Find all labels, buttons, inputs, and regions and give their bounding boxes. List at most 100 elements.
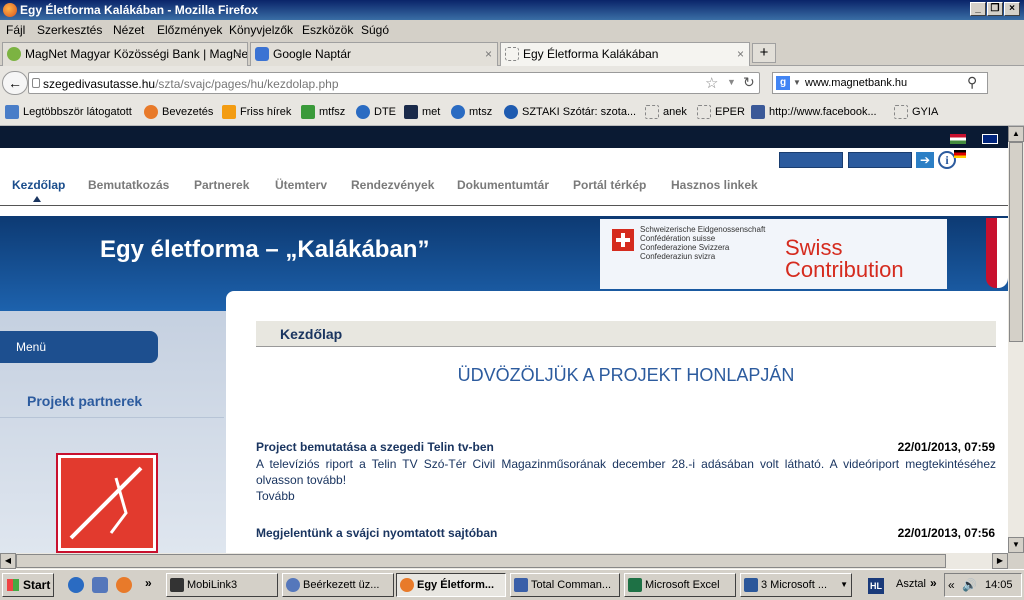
close-tab-icon[interactable]: × — [235, 43, 242, 65]
firefox-quicklaunch-icon[interactable] — [116, 577, 132, 593]
vertical-scrollbar[interactable]: ▲ ▼ — [1008, 126, 1024, 553]
language-indicator[interactable]: HL — [868, 578, 884, 594]
taskbar-excel[interactable]: Microsoft Excel — [624, 573, 736, 597]
bookmark-mtsz[interactable]: mtsz — [451, 105, 492, 119]
nav-kezdolap[interactable]: Kezdőlap — [12, 178, 65, 192]
firefox-icon — [144, 105, 158, 119]
bookmark-eper[interactable]: EPER — [697, 105, 745, 119]
menu-bookmarks[interactable]: Könyvjelzők — [229, 23, 293, 37]
tab-magnet[interactable]: MagNet Magyar Közösségi Bank | MagNe... … — [2, 42, 248, 66]
horizontal-scrollbar[interactable]: ◀ ▶ — [0, 553, 1008, 569]
group-dropdown-icon[interactable]: ▼ — [840, 574, 848, 596]
german-flag-icon[interactable] — [954, 150, 966, 158]
minimize-button[interactable]: _ — [970, 2, 986, 16]
login-arrow-icon[interactable]: ➔ — [916, 152, 934, 168]
bookmark-facebook[interactable]: http://www.facebook... — [751, 105, 877, 119]
bookmark-met[interactable]: met — [404, 105, 440, 119]
nav-portal-terkep[interactable]: Portál térkép — [573, 178, 646, 192]
page-icon — [697, 105, 711, 119]
taskbar-word[interactable]: 3 Microsoft ... ▼ — [740, 573, 852, 597]
close-tab-icon[interactable]: × — [485, 43, 492, 65]
menu-button[interactable]: Menü — [0, 331, 158, 363]
toolbar-chevron-icon[interactable]: » — [930, 576, 937, 590]
speaker-icon[interactable]: 🔊 — [962, 574, 977, 596]
password-field[interactable] — [848, 152, 912, 168]
tray-chevron-icon[interactable]: « — [948, 574, 955, 596]
vertical-scroll-thumb[interactable] — [1009, 142, 1023, 342]
hungarian-flag-icon[interactable] — [950, 134, 966, 144]
back-button[interactable]: ← — [2, 71, 28, 95]
bookmark-gyia[interactable]: GYIA — [894, 105, 938, 119]
bookmark-star-icon[interactable]: ☆ — [705, 74, 718, 92]
scroll-down-icon[interactable]: ▼ — [1008, 537, 1024, 553]
window-title-bar[interactable]: Egy Életforma Kalákában - Mozilla Firefo… — [0, 0, 1024, 20]
nav-utemterv[interactable]: Ütemterv — [275, 178, 327, 192]
menu-tools[interactable]: Eszközök — [302, 23, 353, 37]
taskbar-inbox[interactable]: Beérkezett üz... — [282, 573, 394, 597]
close-button[interactable]: × — [1004, 2, 1020, 16]
save-quicklaunch-icon[interactable] — [92, 577, 108, 593]
menu-view[interactable]: Nézet — [113, 23, 144, 37]
google-icon[interactable]: g — [776, 76, 790, 90]
bookmark-anek[interactable]: anek — [645, 105, 687, 119]
bookmark-dte[interactable]: DTE — [356, 105, 396, 119]
username-field[interactable] — [779, 152, 843, 168]
partners-heading: Projekt partnerek — [27, 393, 143, 409]
url-bar[interactable]: szegedivasutasse.hu/szta/svajc/pages/hu/… — [28, 72, 760, 94]
partner-logo[interactable] — [56, 453, 158, 553]
bookmarks-toolbar: Legtöbbször látogatott Bevezetés Friss h… — [0, 100, 1024, 126]
sztaki-icon — [504, 105, 518, 119]
nav-dokumentumtar[interactable]: Dokumentumtár — [457, 178, 549, 192]
close-tab-icon[interactable]: × — [737, 43, 744, 65]
reload-icon[interactable]: ↻ — [743, 74, 755, 91]
tab-kalakaban[interactable]: Egy Életforma Kalákában × — [500, 42, 750, 66]
nav-partnerek[interactable]: Partnerek — [194, 178, 249, 192]
active-nav-indicator — [33, 196, 41, 202]
bookmark-bevezetes[interactable]: Bevezetés — [144, 105, 213, 119]
nav-hasznos-linkek[interactable]: Hasznos linkek — [671, 178, 758, 192]
excel-icon — [628, 578, 642, 592]
scroll-right-icon[interactable]: ▶ — [992, 553, 1008, 569]
search-engine-dropdown-icon[interactable]: ▼ — [793, 78, 801, 87]
maximize-button[interactable]: ❐ — [987, 2, 1003, 16]
clock[interactable]: 14:05 — [985, 574, 1013, 596]
swiss-contribution-logo: Schweizerische Eidgenossenschaft Confédé… — [600, 219, 947, 289]
menu-file[interactable]: Fájl — [6, 23, 25, 37]
start-button[interactable]: Start — [2, 573, 54, 597]
welcome-title: ÜDVÖZÖLJÜK A PROJEKT HONLAPJÁN — [457, 365, 795, 385]
scroll-up-icon[interactable]: ▲ — [1008, 126, 1024, 142]
news-title-2[interactable]: Megjelentünk a svájci nyomtatott sajtóba… — [256, 526, 497, 540]
site-identity-icon[interactable] — [32, 78, 40, 88]
search-input[interactable]: www.magnetbank.hu — [805, 77, 907, 89]
swiss-cross-icon — [612, 229, 634, 251]
scroll-left-icon[interactable]: ◀ — [0, 553, 16, 569]
taskbar-total-commander[interactable]: Total Comman... — [510, 573, 620, 597]
menu-edit[interactable]: Szerkesztés — [37, 23, 102, 37]
taskbar-mobilink[interactable]: MobiLink3 — [166, 573, 278, 597]
read-more-link[interactable]: Tovább — [256, 488, 996, 504]
bookmark-friss-hirek[interactable]: Friss hírek — [222, 105, 291, 119]
bookmark-sztaki[interactable]: SZTAKI Szótár: szota... — [504, 105, 636, 119]
quicklaunch-chevron-icon[interactable]: » — [145, 576, 152, 590]
history-dropdown-icon[interactable]: ▼ — [727, 77, 736, 87]
new-tab-button[interactable]: + — [752, 43, 776, 63]
bookmark-most-visited[interactable]: Legtöbbször látogatott — [5, 105, 132, 119]
nav-rendezvenyek[interactable]: Rendezvények — [351, 178, 434, 192]
navigation-toolbar: ← szegedivasutasse.hu/szta/svajc/pages/h… — [0, 66, 1024, 100]
search-icon[interactable]: ⚲ — [967, 74, 977, 91]
tab-google-calendar[interactable]: Google Naptár × — [250, 42, 498, 66]
news-title-1[interactable]: Project bemutatása a szegedi Telin tv-be… — [256, 440, 494, 454]
search-bar[interactable]: g ▼ www.magnetbank.hu ⚲ — [772, 72, 988, 94]
menu-help[interactable]: Súgó — [361, 23, 389, 37]
menu-history[interactable]: Előzmények — [157, 23, 222, 37]
taskbar-firefox[interactable]: Egy Életform... — [396, 573, 506, 597]
swiss-contribution-text: Swiss Contribution — [785, 235, 904, 282]
uk-flag-icon[interactable] — [982, 134, 998, 144]
ie-quicklaunch-icon[interactable] — [68, 577, 84, 593]
bookmark-mtfsz[interactable]: mtfsz — [301, 105, 345, 119]
horizontal-scroll-thumb[interactable] — [16, 554, 946, 568]
news-body-1: A televíziós riport a Telin TV Szó-Tér C… — [256, 457, 996, 487]
nav-bemutatkozas[interactable]: Bemutatkozás — [88, 178, 169, 192]
desktop-label[interactable]: Asztal — [896, 578, 926, 590]
menu-bar: Fájl Szerkesztés Nézet Előzmények Könyvj… — [0, 20, 1024, 40]
